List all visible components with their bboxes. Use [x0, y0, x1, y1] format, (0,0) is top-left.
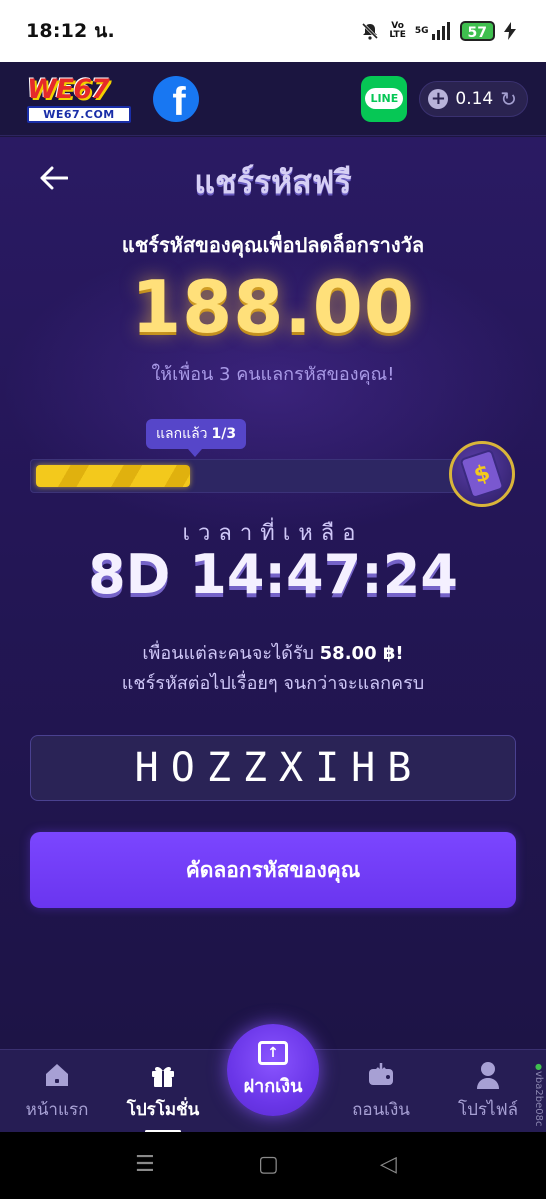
nav-label-profile: โปรไฟล์	[457, 1100, 519, 1120]
logo-main: WE67	[27, 73, 110, 105]
deposit-button[interactable]: ↑ ฝากเงิน	[227, 1024, 319, 1116]
nav-label-home: หน้าแรก	[25, 1100, 89, 1120]
reward-ticket-badge: $	[449, 441, 515, 507]
deposit-icon: ↑	[258, 1040, 288, 1065]
progress-count: 1/3	[211, 426, 237, 442]
progress-bar-fill	[36, 465, 190, 487]
nav-item-promotions[interactable]: โปรโมชั่น	[118, 1050, 208, 1133]
build-watermark: vba2be08c	[530, 1062, 544, 1132]
status-icons: Vo LTE 5G 57	[360, 21, 516, 41]
countdown-timer: 8D 14:47:24	[88, 543, 458, 606]
per-friend-amount: 58.00 ฿!	[319, 643, 404, 664]
reward-amount: 188.00	[131, 265, 415, 349]
add-funds-icon[interactable]: +	[428, 88, 449, 109]
mute-icon	[360, 21, 380, 41]
page-subtitle: แชร์รหัสของคุณเพื่อปลดล็อกรางวัล	[121, 233, 425, 257]
home-icon	[43, 1060, 71, 1090]
ticket-dollar-icon: $	[459, 448, 505, 500]
nav-item-home[interactable]: หน้าแรก	[12, 1050, 102, 1133]
balance-pill[interactable]: + 0.14 ↻	[419, 80, 528, 117]
battery-indicator: 57	[459, 21, 495, 41]
volte-indicator: Vo LTE	[389, 22, 406, 40]
share-code-page: แชร์รหัสฟรี แชร์รหัสของคุณเพื่อปลดล็อกรา…	[0, 137, 546, 1049]
system-nav-bar: ☰ ▢ ◁	[0, 1132, 546, 1199]
invite-text: ให้เพื่อน 3 คนแลกรหัสของคุณ!	[151, 364, 395, 385]
charging-icon	[504, 22, 516, 40]
signal-icon: 5G	[415, 22, 451, 40]
wallet-icon	[366, 1060, 396, 1090]
note-line-1-prefix: เพื่อนแต่ละคนจะได้รับ	[142, 643, 314, 664]
line-label: LINE	[365, 88, 404, 109]
progress-label: แลกแล้ว	[156, 426, 208, 442]
progress-tooltip: แลกแล้ว 1/3	[146, 419, 247, 457]
copy-code-button[interactable]: คัดลอกรหัสของคุณ	[30, 832, 516, 908]
logo-sub: WE67.COM	[27, 105, 131, 123]
deposit-label: ฝากเงิน	[243, 1075, 303, 1097]
progress-bar	[30, 459, 470, 493]
referral-code-field[interactable]: HOZZXIHB	[30, 735, 516, 801]
gift-icon	[149, 1060, 177, 1090]
status-time: 18:12 น.	[26, 20, 115, 42]
app-header: WE67 WE67.COM f LINE + 0.14 ↻	[0, 62, 546, 136]
nav-item-profile[interactable]: โปรไฟล์	[443, 1050, 533, 1133]
note-line-1: เพื่อนแต่ละคนจะได้รับ 58.00 ฿!	[0, 639, 546, 669]
balance-amount: 0.14	[455, 88, 494, 109]
nav-label-withdraw: ถอนเงิน	[352, 1100, 410, 1120]
profile-icon	[474, 1060, 502, 1090]
recents-icon[interactable]: ☰	[135, 1152, 155, 1177]
we67-logo[interactable]: WE67 WE67.COM	[27, 73, 131, 123]
nav-item-withdraw[interactable]: ถอนเงิน	[336, 1050, 426, 1133]
status-bar: 18:12 น. Vo LTE 5G 57	[0, 0, 546, 62]
page-title: แชร์รหัสฟรี	[194, 163, 352, 201]
note-line-2: แชร์รหัสต่อไปเรื่อยๆ จนกว่าจะแลกครบ	[121, 673, 425, 694]
refresh-icon[interactable]: ↻	[500, 87, 517, 111]
volte-bottom: LTE	[389, 30, 406, 40]
signal-type: 5G	[414, 26, 429, 36]
facebook-icon[interactable]: f	[153, 75, 199, 122]
nav-label-promotions: โปรโมชั่น	[126, 1100, 200, 1120]
line-icon[interactable]: LINE	[361, 75, 408, 122]
home-button-icon[interactable]: ▢	[258, 1152, 279, 1177]
facebook-glyph: f	[172, 79, 186, 122]
back-button-icon[interactable]: ◁	[380, 1152, 397, 1177]
reward-note: เพื่อนแต่ละคนจะได้รับ 58.00 ฿! แชร์รหัสต…	[0, 639, 546, 699]
